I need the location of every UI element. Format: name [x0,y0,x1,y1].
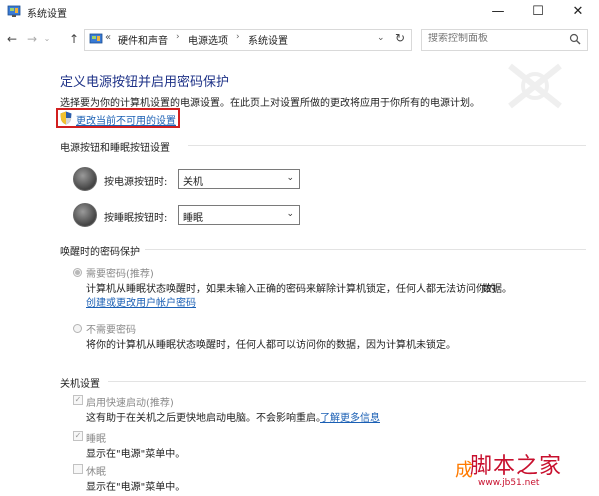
minimize-button[interactable]: — [480,0,516,24]
hibernate-menu-description: 显示在"电源"菜单中。 [86,482,186,493]
require-password-label: 需要密码(推荐) [86,269,154,280]
sleep-menu-checkbox[interactable]: ✓ [73,431,83,441]
section-divider [188,145,586,146]
control-panel-icon [89,33,103,44]
refresh-button[interactable]: ↻ [393,31,407,47]
watermark-logo [508,63,562,109]
power-button-label: 按电源按钮时: [104,177,168,188]
search-box[interactable] [421,29,588,51]
power-button-action-select[interactable]: 关机 ⌄ [178,169,300,189]
power-button-action-value: 关机 [183,177,203,188]
breadcrumb-overflow[interactable]: « [105,32,111,43]
chevron-down-icon: ⌄ [286,173,294,183]
recent-locations-button[interactable]: ⌄ [42,31,52,47]
search-icon[interactable] [569,33,581,45]
fast-startup-label: 启用快速启动(推荐) [86,398,174,409]
breadcrumb-power-options[interactable]: 电源选项 [188,32,228,47]
sleep-menu-label: 睡眠 [86,434,106,445]
watermark-brand: 脚本之家 [470,454,563,479]
chevron-down-icon: ⌄ [286,209,294,219]
no-password-description: 将你的计算机从睡眠状态唤醒时，任何人都可以访问你的数据，因为计算机未锁定。 [86,340,456,351]
window-title: 系统设置 [27,9,67,20]
wake-password-section-title: 唤醒时的密码保护 [60,247,140,258]
page-description: 选择要为你的计算机设置的电源设置。在此页上对设置所做的更改将应用于你所有的电源计… [60,98,480,109]
up-button[interactable]: ↑ [67,31,81,47]
shutdown-section-title: 关机设置 [60,379,100,390]
sleep-button-action-value: 睡眠 [183,213,203,224]
require-password-description: 计算机从睡眠状态唤醒时，如果未输入正确的密码来解除计算机锁定，任何人都无法访问你… [86,284,496,295]
power-buttons-section-title: 电源按钮和睡眠按钮设置 [60,143,170,154]
back-button[interactable]: ← [5,31,19,47]
page-title: 定义电源按钮并启用密码保护 [60,75,230,90]
no-password-label: 不需要密码 [86,325,136,336]
sleep-menu-description: 显示在"电源"菜单中。 [86,449,186,460]
hibernate-menu-label: 休眠 [86,467,106,478]
fast-startup-description: 这有助于在关机之后更快地启动电脑。不会影响重启。 [86,413,326,424]
require-password-description-end: 数据。 [482,284,512,295]
section-divider [108,381,586,382]
watermark-url: www.jb51.net [478,478,540,488]
maximize-button[interactable]: ☐ [520,0,556,24]
sleep-button-icon [73,203,97,227]
breadcrumb-system-settings[interactable]: 系统设置 [248,32,288,47]
control-panel-icon [7,5,21,17]
require-password-radio[interactable] [73,268,82,277]
breadcrumb-separator[interactable]: › [176,32,180,42]
close-button[interactable]: ✕ [560,0,596,24]
section-divider [145,249,586,250]
hibernate-menu-checkbox[interactable] [73,464,83,474]
no-password-radio[interactable] [73,324,82,333]
address-dropdown-button[interactable]: ⌄ [377,33,387,47]
learn-more-link[interactable]: 了解更多信息 [320,409,380,424]
change-unavailable-settings-link[interactable]: 更改当前不可用的设置 [76,112,176,127]
breadcrumb-separator[interactable]: › [236,32,240,42]
sleep-button-label: 按睡眠按钮时: [104,213,168,224]
fast-startup-checkbox[interactable]: ✓ [73,395,83,405]
power-button-icon [73,167,97,191]
breadcrumb-hardware-sound[interactable]: 硬件和声音 [118,32,168,47]
forward-button[interactable]: → [25,31,39,47]
create-change-password-link[interactable]: 创建或更改用户帐户密码 [86,294,196,309]
search-input[interactable] [428,33,563,44]
uac-shield-icon [60,111,72,125]
sleep-button-action-select[interactable]: 睡眠 ⌄ [178,205,300,225]
